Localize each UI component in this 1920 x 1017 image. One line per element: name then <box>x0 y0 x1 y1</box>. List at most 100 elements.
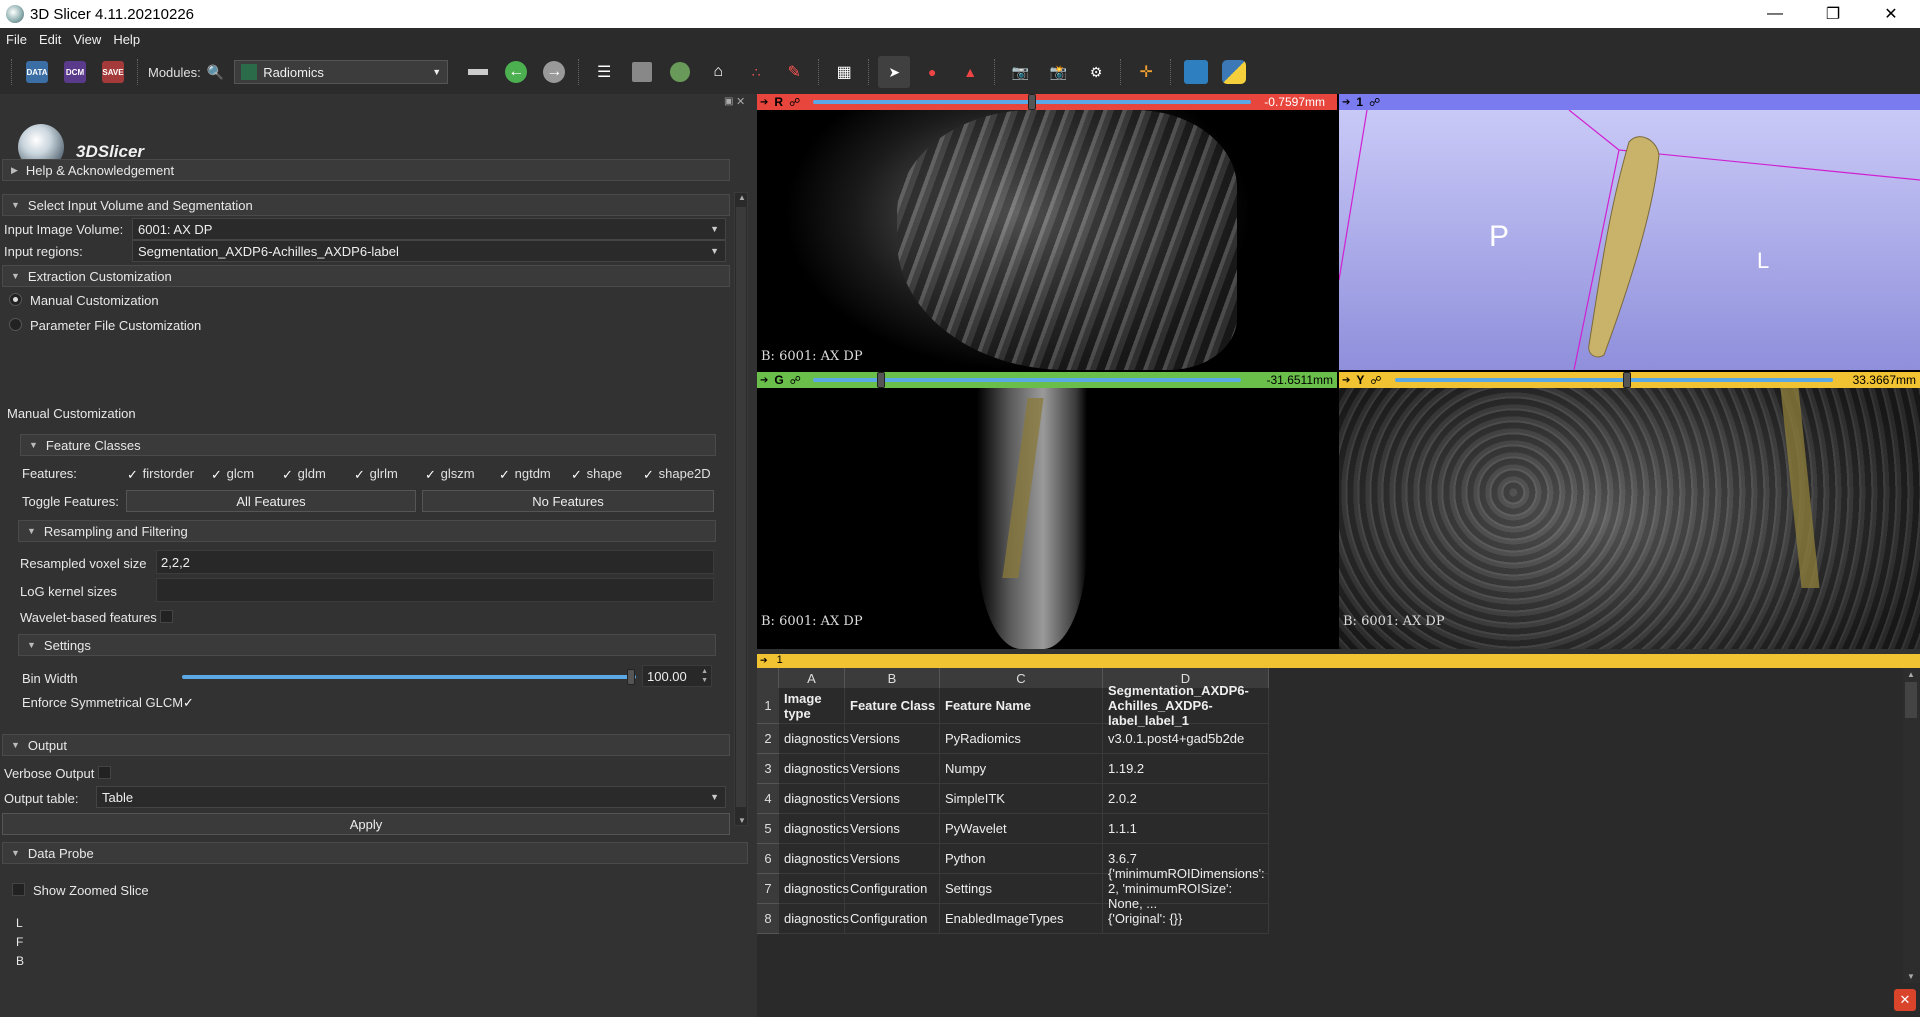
green-slice-view[interactable]: B: 6001: AX DP <box>757 388 1337 649</box>
row-header[interactable]: 1 <box>757 688 779 724</box>
scroll-up-icon[interactable]: ▲ <box>738 193 746 202</box>
yellow-slice-controller[interactable]: ➔ Y ☍ 33.3667mm <box>1339 372 1920 388</box>
table-cell[interactable]: 1.1.1 <box>1103 814 1269 844</box>
table-cell[interactable]: PyWavelet <box>940 814 1103 844</box>
threed-view[interactable]: P L <box>1339 110 1920 370</box>
no-features-button[interactable]: No Features <box>422 490 714 512</box>
row-header[interactable]: 5 <box>757 814 779 844</box>
feature-checkbox-glcm[interactable]: ✓ glcm <box>210 466 281 481</box>
forward-button[interactable]: → <box>538 56 570 88</box>
manual-customization-radio[interactable] <box>9 293 22 306</box>
output-table-select[interactable]: Table ▼ <box>96 786 726 808</box>
capture-button[interactable]: 📸 <box>1042 56 1074 88</box>
yellow-slice-offset-slider[interactable] <box>1395 372 1833 388</box>
segment-editor-button[interactable]: ✎ <box>778 56 810 88</box>
load-data-button[interactable]: DATA <box>21 56 53 88</box>
pin-icon[interactable]: ➔ <box>760 655 768 665</box>
table-cell[interactable]: Feature Class <box>845 688 940 724</box>
show-zoomed-slice-checkbox[interactable] <box>12 883 25 896</box>
screenshot-button[interactable]: 📷 <box>1004 56 1036 88</box>
bin-width-handle[interactable] <box>627 669 636 685</box>
table-cell[interactable]: Python <box>940 844 1103 874</box>
row-header[interactable]: 4 <box>757 784 779 814</box>
panel-close-icon[interactable]: ✕ <box>736 95 745 108</box>
row-header[interactable]: 2 <box>757 724 779 754</box>
feature-checkbox-shape[interactable]: ✓ shape <box>570 466 642 481</box>
dicom-button[interactable]: DCM <box>59 56 91 88</box>
table-cell[interactable]: Segmentation_AXDP6-Achilles_AXDP6-label_… <box>1103 683 1269 728</box>
table-cell[interactable]: Configuration <box>845 874 940 904</box>
table-cell[interactable]: diagnostics <box>779 874 849 904</box>
extraction-section[interactable]: ▼ Extraction Customization <box>2 265 730 287</box>
scroll-down-icon[interactable]: ▼ <box>1907 972 1915 981</box>
green-slice-offset-slider[interactable] <box>813 372 1241 388</box>
feature-checkbox-glrlm[interactable]: ✓ glrlm <box>353 466 424 481</box>
input-volume-select[interactable]: 6001: AX DP ▼ <box>132 218 726 240</box>
pin-icon[interactable]: ➔ <box>1342 375 1350 386</box>
table-cell[interactable]: SimpleITK <box>940 784 1103 814</box>
table-cell[interactable]: PyRadiomics <box>940 724 1103 754</box>
table-cell[interactable]: Numpy <box>940 754 1103 784</box>
table-cell[interactable]: diagnostics <box>779 754 849 784</box>
symmetrical-glcm-checkbox[interactable]: ✓ <box>182 694 195 709</box>
wavelet-checkbox[interactable] <box>160 610 173 623</box>
module-search-icon[interactable]: 🔍 <box>207 64 224 81</box>
red-slice-offset-slider[interactable] <box>813 94 1251 110</box>
row-header[interactable]: 8 <box>757 904 779 934</box>
data-module-button[interactable]: ☰ <box>588 56 620 88</box>
table-cell[interactable]: v3.0.1.post4+gad5b2de <box>1103 724 1269 754</box>
spin-arrows-icon[interactable]: ▲ ▼ <box>701 667 708 685</box>
module-selector[interactable]: Radiomics ▼ <box>234 60 449 84</box>
feature-classes-section[interactable]: ▼ Feature Classes <box>20 434 716 456</box>
column-header[interactable]: A <box>779 668 845 688</box>
back-button[interactable]: ← <box>500 56 532 88</box>
python-console-button[interactable] <box>1218 56 1250 88</box>
view-options-button[interactable]: ⚙ <box>1080 56 1112 88</box>
feature-checkbox-gldm[interactable]: ✓ gldm <box>281 466 353 481</box>
row-header[interactable]: 6 <box>757 844 779 874</box>
bin-width-slider[interactable] <box>182 669 636 685</box>
red-slice-view[interactable]: B: 6001: AX DP <box>757 110 1337 370</box>
feature-checkbox-glszm[interactable]: ✓ glszm <box>424 466 498 481</box>
table-cell[interactable]: 2.0.2 <box>1103 784 1269 814</box>
volumes-module-button[interactable] <box>626 56 658 88</box>
row-header[interactable]: 7 <box>757 874 779 904</box>
menu-file[interactable]: File <box>0 32 33 47</box>
link-icon[interactable]: ☍ <box>790 374 801 387</box>
apply-button[interactable]: Apply <box>2 813 730 835</box>
table-cell[interactable]: Configuration <box>845 904 940 934</box>
threed-view-controller[interactable]: ➔ 1 ☍ <box>1339 94 1920 110</box>
pin-icon[interactable]: ➔ <box>760 97 768 108</box>
restore-icon[interactable]: ❐ <box>1804 0 1862 28</box>
input-section[interactable]: ▼ Select Input Volume and Segmentation <box>2 194 730 216</box>
layout-button[interactable]: ▦ <box>828 56 860 88</box>
table-cell[interactable]: Feature Name <box>940 688 1103 724</box>
feature-checkbox-ngtdm[interactable]: ✓ ngtdm <box>498 466 570 481</box>
results-table[interactable]: A B C D 1 Image type Feature Class Feature Name… <box>757 668 1903 983</box>
input-regions-select[interactable]: Segmentation_AXDP6-Achilles_AXDP6-label … <box>132 240 726 262</box>
column-header[interactable]: B <box>845 668 940 688</box>
crosshair-button[interactable]: ✛ <box>1130 56 1162 88</box>
param-file-radio[interactable] <box>9 318 22 331</box>
link-icon[interactable]: ☍ <box>1370 374 1381 387</box>
column-header[interactable]: C <box>940 668 1103 688</box>
save-button[interactable]: SAVE <box>97 56 129 88</box>
table-cell[interactable]: 1.19.2 <box>1103 754 1269 784</box>
pointer-mode-button[interactable]: ➤ <box>878 56 911 88</box>
feature-checkbox-shape2d[interactable]: ✓ shape2D <box>642 466 722 481</box>
resampling-section[interactable]: ▼ Resampling and Filtering <box>18 520 716 542</box>
table-cell[interactable]: Settings <box>940 874 1103 904</box>
menu-view[interactable]: View <box>67 32 107 47</box>
table-scrollbar[interactable]: ▲ ▼ <box>1903 668 1920 983</box>
scroll-down-icon[interactable]: ▼ <box>738 816 746 825</box>
table-cell[interactable]: diagnostics <box>779 844 849 874</box>
table-cell[interactable]: Image type <box>779 688 845 724</box>
place-point-button[interactable]: ▲ <box>954 56 986 88</box>
models-module-button[interactable] <box>664 56 696 88</box>
pin-icon[interactable]: ➔ <box>760 375 768 386</box>
green-slider-handle[interactable] <box>877 372 886 388</box>
table-cell[interactable]: Versions <box>845 754 940 784</box>
voxel-size-input[interactable]: 2,2,2 <box>156 550 714 574</box>
data-probe-section[interactable]: ▼ Data Probe <box>2 842 748 864</box>
table-view-controller[interactable]: ➔ 1 <box>757 654 1920 668</box>
